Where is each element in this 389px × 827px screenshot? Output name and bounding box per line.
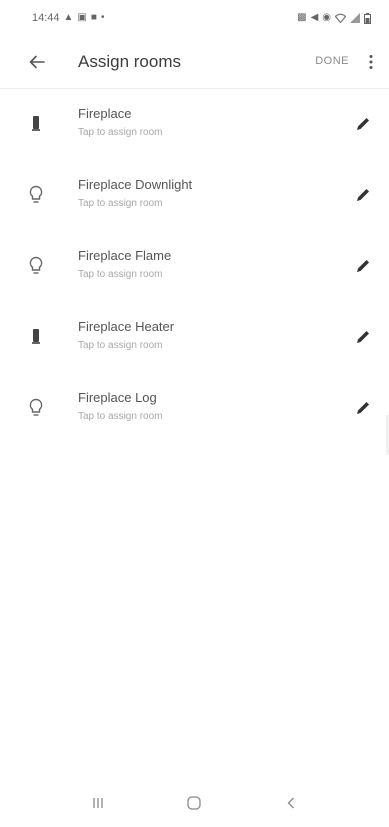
recents-icon (93, 798, 103, 808)
battery-icon (364, 12, 371, 24)
signal-icon (350, 13, 360, 23)
device-name: Fireplace Heater (78, 319, 175, 334)
device-name: Fireplace Log (78, 390, 157, 405)
edit-button[interactable] (351, 396, 375, 420)
assign-rooms-screen: 14:44 ▲ ▣ ■ • ▩ ◀ ◉ Assign rooms DONE Fi… (0, 0, 389, 827)
device-name: Fireplace Downlight (78, 177, 193, 192)
pencil-icon (357, 260, 369, 272)
pencil-icon (357, 118, 369, 130)
device-subtitle: Tap to assign room (78, 127, 163, 138)
system-nav-bar (0, 779, 389, 827)
pencil-icon (357, 189, 369, 201)
edit-button[interactable] (351, 183, 375, 207)
edit-button[interactable] (351, 254, 375, 278)
status-bar: 14:44 ▲ ▣ ■ • ▩ ◀ ◉ (0, 0, 389, 36)
image-icon: ▣ (77, 12, 87, 23)
app-bar: Assign rooms DONE (0, 40, 389, 84)
wifi-icon (335, 13, 346, 23)
device-name: Fireplace (78, 106, 132, 121)
bulb-icon (26, 183, 46, 207)
switch-icon (26, 112, 46, 136)
page-title: Assign rooms (78, 52, 181, 71)
device-subtitle: Tap to assign room (78, 411, 163, 422)
home-icon (187, 796, 202, 810)
back-button[interactable] (24, 50, 50, 74)
alert-icon: ▲ (63, 12, 74, 23)
device-row[interactable]: Fireplace Tap to assign room (0, 98, 389, 169)
device-row[interactable]: Fireplace Log Tap to assign room (0, 382, 389, 453)
device-subtitle: Tap to assign room (78, 269, 163, 280)
nav-back-button[interactable] (276, 788, 306, 818)
app-bar-divider (0, 88, 389, 89)
pencil-icon (357, 331, 369, 343)
dot-icon: • (100, 12, 105, 23)
location-icon: ◉ (322, 12, 331, 23)
status-bar-right: ▩ ◀ ◉ (297, 12, 371, 24)
edit-button[interactable] (351, 325, 375, 349)
device-list: Fireplace Tap to assign room Fireplace D… (0, 98, 389, 453)
device-name: Fireplace Flame (78, 248, 172, 263)
more-vert-icon (369, 55, 373, 69)
pencil-icon (357, 402, 369, 414)
status-bar-left: 14:44 ▲ ▣ ■ • (32, 12, 104, 24)
nav-back-icon (287, 797, 294, 809)
video-icon: ■ (90, 12, 97, 23)
device-row[interactable]: Fireplace Flame Tap to assign room (0, 240, 389, 311)
nfc-icon: ▩ (297, 12, 307, 23)
arrow-left-icon (29, 55, 45, 69)
done-button[interactable]: DONE (315, 55, 349, 67)
bulb-icon (26, 254, 46, 278)
bulb-icon (26, 396, 46, 420)
edit-button[interactable] (351, 112, 375, 136)
device-row[interactable]: Fireplace Downlight Tap to assign room (0, 169, 389, 240)
home-button[interactable] (179, 788, 209, 818)
status-time: 14:44 (32, 12, 60, 24)
switch-icon (26, 325, 46, 349)
device-row[interactable]: Fireplace Heater Tap to assign room (0, 311, 389, 382)
more-options-button[interactable] (363, 50, 379, 74)
device-subtitle: Tap to assign room (78, 340, 163, 351)
mute-icon: ◀ (310, 12, 319, 23)
recents-button[interactable] (83, 788, 113, 818)
device-subtitle: Tap to assign room (78, 198, 163, 209)
